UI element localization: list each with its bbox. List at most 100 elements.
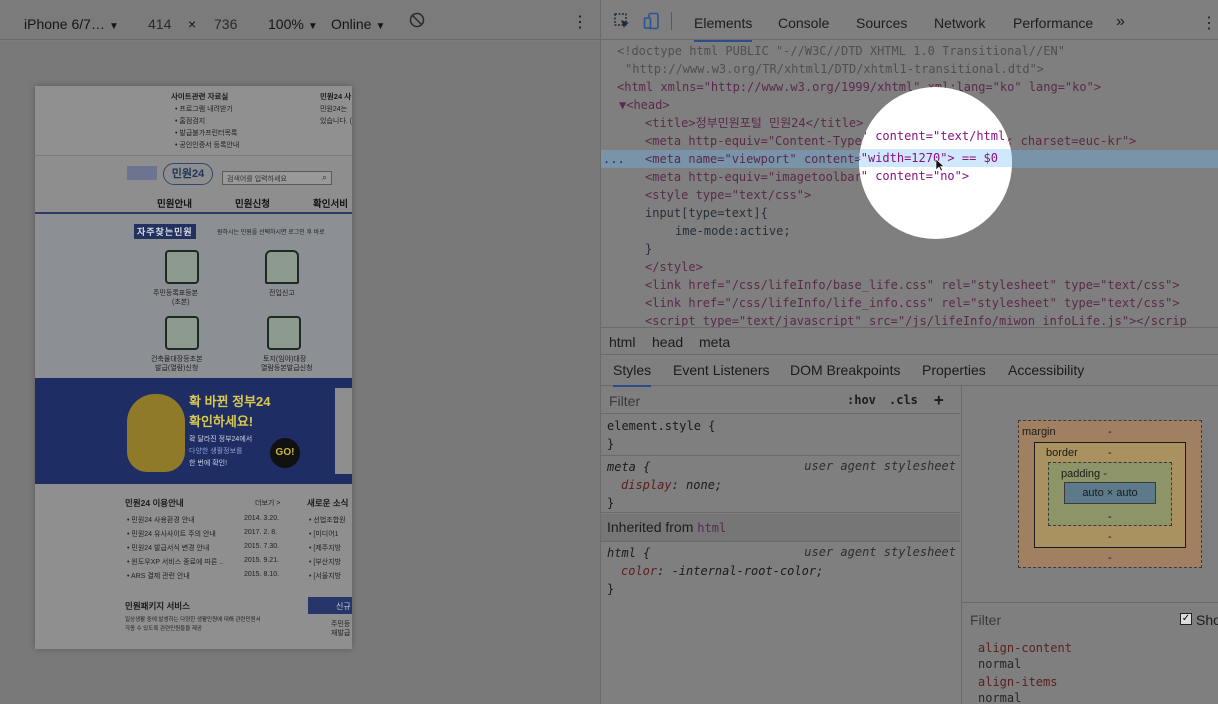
tab-console[interactable]: Console [778,15,829,31]
news-item[interactable]: • [서울지방 [309,571,341,581]
tab-dom-breakpoints[interactable]: DOM Breakpoints [790,362,900,378]
search-icon[interactable]: ⌕ [322,172,327,183]
throttle-select[interactable]: Online ▼ [331,15,385,36]
notice-title: 민원24 이용안내 [125,498,184,508]
devtools-tabs: Elements Console Sources Network Perform… [601,0,1218,42]
document-icon[interactable] [165,250,199,284]
more-link[interactable]: 더보기 > [255,498,280,508]
notice-item[interactable]: • ARS 결제 관련 안내 [127,571,190,581]
tab-styles[interactable]: Styles [613,362,652,387]
tab-event-listeners[interactable]: Event Listeners [673,362,770,378]
banner-text: 한 번에 확인! [189,460,228,467]
height-input[interactable]: 736 [214,15,237,33]
tab-sources[interactable]: Sources [856,15,907,31]
inherited-tag-link[interactable]: html [697,521,726,535]
ua-stylesheet-label: user agent stylesheet [804,459,956,473]
zoom-select[interactable]: 100% ▼ [268,15,318,36]
chevron-down-icon: ▼ [375,21,386,32]
node-menu-icon[interactable]: ... [603,150,625,168]
news-item[interactable]: • [부산지방 [309,557,341,567]
toolbar-divider [671,12,672,30]
package-desc: 각종 수 있도록 관련민원들을 제공 [125,626,202,632]
show-all-label: Sho [1196,612,1218,628]
emulated-page: 사이트관련 자료실 • 프로그램 내려받기 • 홈점검지 • 발급불가프린터목록… [35,86,352,649]
styles-pane: Filter :hov .cls + element.style { } met… [601,386,960,704]
tab-properties[interactable]: Properties [922,362,986,378]
device-toolbar: iPhone 6/7… ▼ 414 × 736 100% ▼ Online ▼ ⋮ [0,0,600,40]
tab-network[interactable]: Network [934,15,985,31]
nav-item[interactable]: 확인서비 [313,196,348,210]
breadcrumb-item[interactable]: html [609,334,635,350]
tab-performance[interactable]: Performance [1013,15,1093,31]
more-options-icon[interactable]: ⋮ [572,14,588,32]
notice-date: 2015. 7.30. [244,543,280,550]
computed-prop-name[interactable]: align-content [978,641,1072,655]
box-content[interactable]: auto × auto [1064,482,1156,504]
nav-item[interactable]: 민원안내 [157,196,192,210]
news-item[interactable]: • [제주지방 [309,543,341,553]
styles-filter-bar: Filter :hov .cls + [601,386,960,414]
notice-item[interactable]: • 민원24 발급서식 변경 안내 [127,543,209,553]
breadcrumb-item[interactable]: meta [699,334,730,350]
news-item[interactable]: • [미디어1 [309,529,339,539]
resource-link[interactable]: • 발급불가프린터목록 [175,128,237,138]
doctype-node[interactable]: <!doctype html PUBLIC "-//W3C//DTD XHTML… [617,42,1218,60]
computed-prop-name[interactable]: align-items [978,675,1057,689]
gov-emblem-icon [127,166,157,180]
tab-accessibility[interactable]: Accessibility [1008,362,1084,378]
banner-title: 확 바뀐 정부24 [189,394,271,409]
go-button[interactable]: GO! [270,438,300,468]
news-title: 새로운 소식 [307,498,349,508]
news-item[interactable]: • 선법조합원 [309,515,346,525]
notice-item[interactable]: • 민원24 사용환경 안내 [127,515,195,525]
add-rule-button[interactable]: + [934,390,944,409]
computed-prop-value: normal [978,657,1022,671]
notice-date: 2015. 9.21. [244,557,280,564]
minwon-title: 민원24 사 [320,92,352,101]
resource-link[interactable]: • 프로그램 내려받기 [175,104,233,114]
promo-banner[interactable]: 확 바뀐 정부24 확인하세요! 확 달라진 정부24에서 다양한 생활정보를 … [35,378,352,484]
new-button[interactable]: 신규 [308,597,352,614]
meta-rule[interactable]: meta { user agent stylesheet display: no… [601,457,960,513]
resource-link[interactable]: • 공인인증서 등록안내 [175,140,239,150]
notice-date: 2015. 8.10. [244,571,280,578]
resource-link[interactable]: • 홈점검지 [175,116,205,126]
link-node[interactable]: <link href="/css/lifeInfo/life_info.css"… [645,294,1218,312]
device-toggle-icon[interactable] [643,12,661,33]
script-node[interactable]: <script type="text/javascript" src="/js/… [645,312,1218,327]
hov-button[interactable]: :hov [847,393,876,407]
nav-item[interactable]: 민원신청 [235,196,270,210]
service-label[interactable]: 전입신고 [269,288,295,298]
settings-menu-icon[interactable]: ⋮ [1201,13,1217,33]
element-style-rule[interactable]: element.style { } [601,416,960,456]
show-all-checkbox[interactable]: ✓ [1180,613,1192,625]
html-rule[interactable]: html { user agent stylesheet color: -int… [601,543,960,599]
site-logo[interactable]: 민원24 [163,163,213,185]
tab-elements[interactable]: Elements [694,15,753,42]
package-desc: 일상생활 중에 발생하는 다양한 생활민원에 대해 관련민원서 [125,617,261,623]
breadcrumb-item[interactable]: head [652,334,683,350]
device-select[interactable]: iPhone 6/7… ▼ [24,15,119,36]
page-top-links: 사이트관련 자료실 • 프로그램 내려받기 • 홈점검지 • 발급불가프린터목록… [35,86,352,156]
search-input[interactable]: 검색어를 입력하세요 ⌕ [222,171,332,185]
service-sub: 열람등본발급신청 [261,365,313,372]
more-tabs-icon[interactable]: » [1116,13,1125,31]
notice-item[interactable]: • 윈도우XP 서비스 종료에 따른 .. [127,557,223,567]
cls-button[interactable]: .cls [889,393,918,407]
rotate-icon[interactable] [409,12,425,32]
width-input[interactable]: 414 [148,15,171,33]
computed-pane: Filter ✓ Sho align-content normal align-… [961,602,1218,704]
banner-text: 다양한 생활정보를 [189,448,243,455]
notice-item[interactable]: • 민원24 유사사이트 주의 안내 [127,529,216,539]
styles-filter-input[interactable]: Filter [609,393,640,409]
frequent-section: 자주찾는민원 원하시는 민원을 선택하시면 로그인 후 바로 주민등록표등본 (… [35,214,352,378]
land-image-icon[interactable] [267,316,301,350]
banner-side-image [335,388,352,474]
inspect-element-icon[interactable] [613,12,631,33]
link-node[interactable]: <link href="/css/lifeInfo/base_life.css"… [645,276,1218,294]
computed-filter-input[interactable]: Filter [970,612,1001,628]
minwon-text: 있습니다. ( [320,118,352,125]
package-title: 민원패키지 서비스 [125,601,190,611]
house-icon[interactable] [265,250,299,284]
map-icon[interactable] [165,316,199,350]
